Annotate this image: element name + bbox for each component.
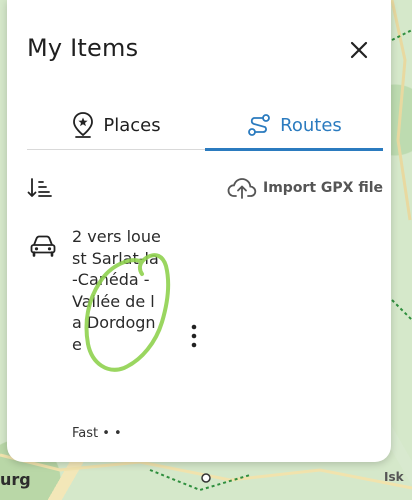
more-vertical-icon (191, 324, 197, 348)
tab-divider (27, 149, 205, 150)
list-toolbar: Import GPX file (27, 174, 383, 202)
page-title: My Items (27, 34, 139, 62)
tab-places[interactable]: Places (27, 100, 205, 150)
import-gpx-label: Import GPX file (263, 180, 383, 196)
active-tab-indicator (205, 148, 383, 151)
tab-routes-label: Routes (280, 114, 342, 136)
tab-places-label: Places (103, 114, 161, 136)
map-place-label: Isk (384, 470, 404, 484)
sort-button[interactable] (27, 176, 53, 200)
route-name: 2 vers louest Sarlat-la-Canéda - Vallée … (72, 227, 161, 354)
sort-icon (27, 178, 52, 197)
list-item[interactable]: 2 vers louest Sarlat-la-Canéda - Vallée … (27, 226, 383, 446)
panel-header: My Items (27, 34, 379, 66)
map-place-label: urg (0, 470, 31, 489)
more-options-button[interactable] (187, 322, 201, 350)
route-meta: Fast • • (72, 426, 122, 441)
my-items-panel: My Items Places Routes Import GPX file 2… (7, 0, 391, 462)
car-icon (30, 235, 56, 257)
tab-bar: Places Routes (27, 100, 383, 152)
tab-routes[interactable]: Routes (205, 100, 383, 150)
close-button[interactable] (347, 38, 371, 62)
import-gpx-button[interactable]: Import GPX file (227, 176, 383, 200)
map-pin-star-icon (73, 112, 94, 138)
close-icon (350, 41, 368, 59)
cloud-upload-icon (227, 178, 257, 199)
route-icon (248, 114, 271, 136)
